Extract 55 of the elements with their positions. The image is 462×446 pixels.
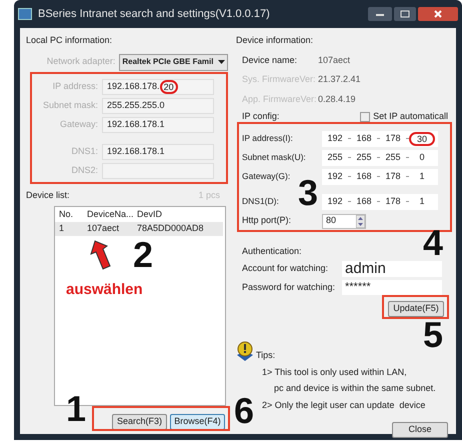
field-value: 21.37.2.41: [318, 73, 361, 86]
column-header[interactable]: DeviceNa...: [83, 208, 133, 222]
ip-address-field[interactable]: 192 168 178 30: [322, 130, 438, 146]
device-row[interactable]: 1 107aect 78A5DD000AD8: [55, 222, 223, 236]
field-label: IP config:: [242, 110, 280, 123]
ip-address-field[interactable]: 255 255 255 0: [322, 150, 438, 166]
field-label: IP address(I):: [242, 132, 294, 145]
field-value: 107aect: [318, 54, 350, 66]
field-label: DNS1(D):: [242, 195, 280, 208]
section-heading: Local PC information:: [26, 34, 114, 47]
tip-text: 2> Only the legit user can update device: [262, 398, 426, 412]
step-number: 5: [423, 318, 444, 352]
step-number: 1: [66, 392, 86, 426]
auto-ip-checkbox[interactable]: Set IP automaticall: [360, 110, 448, 124]
field-value: 192.168.178.1: [102, 116, 214, 132]
annotation-caption: auswählen: [66, 280, 143, 300]
field-label: Gateway(G):: [242, 170, 292, 183]
update-button[interactable]: Update(F5): [388, 301, 444, 316]
field-label: Http port(P):: [242, 214, 292, 228]
field-label: IP address:: [52, 80, 99, 93]
tip-text: 1> This tool is only used within LAN,: [262, 366, 408, 379]
section-heading: Authentication:: [241, 244, 303, 258]
section-heading: Device information:: [236, 34, 314, 47]
column-header[interactable]: DevID: [133, 208, 213, 222]
window-title: BSeries Intranet search and settings(V1.0.0.17): [38, 6, 270, 22]
section-heading: Device list:: [26, 188, 70, 202]
browse-button[interactable]: Browse(F4): [170, 414, 225, 430]
field-label: Subnet mask(U):: [242, 151, 307, 164]
field-label: Network adapter:: [46, 55, 116, 68]
field-label: Gateway:: [58, 118, 99, 131]
field-label: DNS1:: [70, 144, 99, 158]
close-dialog-button[interactable]: Close: [392, 422, 448, 438]
field-value: 192.168.178. 20: [102, 78, 214, 94]
field-label: Subnet mask:: [42, 98, 99, 112]
step-number: 6: [234, 394, 254, 428]
step-number: 4: [423, 226, 444, 260]
field-label: DNS2:: [70, 164, 99, 177]
adapter-dropdown[interactable]: Realtek PCIe GBE Famil: [119, 54, 228, 70]
step-number: 3: [298, 176, 318, 210]
account-field[interactable]: admin: [342, 261, 442, 277]
field-label: Device name:: [242, 54, 298, 66]
tips-heading: Tips:: [256, 349, 276, 362]
tip-text: pc and device is within the same subnet.: [273, 382, 437, 395]
step-number: 2: [133, 238, 154, 272]
ip-address-field[interactable]: 192 168 178 1: [322, 194, 438, 210]
password-field[interactable]: ******: [342, 280, 442, 295]
field-value: 0.28.4.19: [318, 92, 356, 106]
field-label: Password for watching:: [242, 280, 336, 294]
search-button[interactable]: Search(F3): [112, 414, 167, 430]
column-header[interactable]: No.: [55, 208, 83, 222]
field-value: 192.168.178.1: [102, 144, 214, 160]
field-value: 255.255.255.0: [102, 98, 214, 114]
port-spinner[interactable]: 80: [322, 214, 366, 228]
ip-address-field[interactable]: 192 168 178 1: [322, 168, 438, 184]
field-label: Account for watching:: [242, 262, 330, 276]
